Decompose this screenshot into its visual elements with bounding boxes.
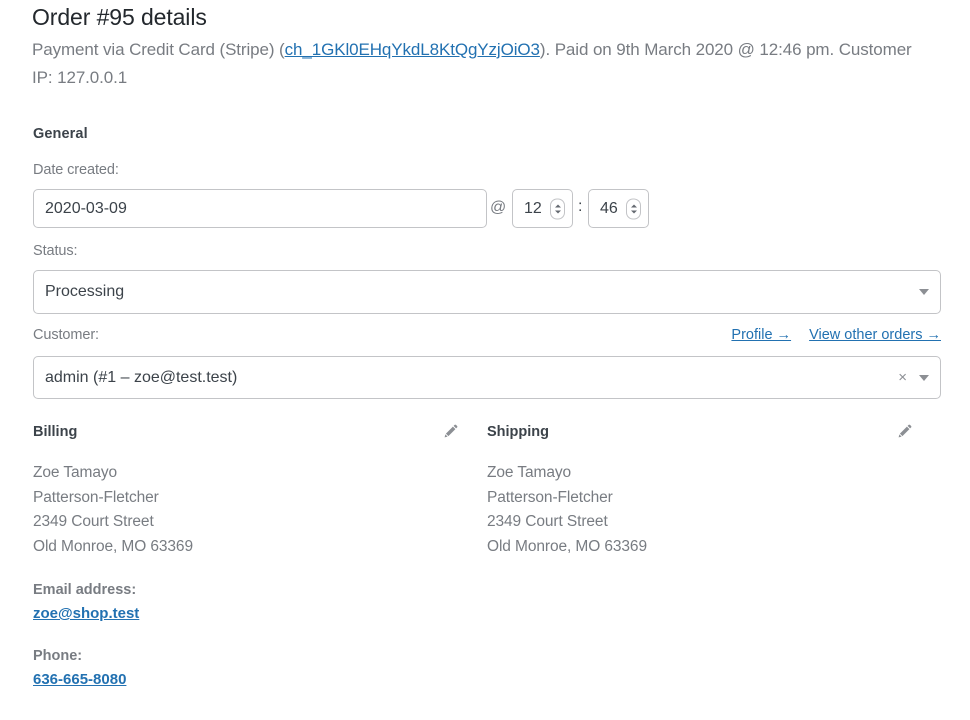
chevron-down-icon[interactable] bbox=[919, 374, 929, 381]
customer-select[interactable]: admin (#1 – zoe@test.test) × bbox=[33, 356, 941, 399]
billing-address-line: Patterson-Fletcher bbox=[33, 488, 159, 506]
billing-address-line: Zoe Tamayo bbox=[33, 464, 118, 481]
clear-customer-icon[interactable]: × bbox=[898, 370, 907, 385]
chevron-down-icon[interactable] bbox=[630, 210, 637, 213]
email-block: Email address: zoe@shop.test bbox=[33, 579, 139, 625]
payment-meta: Payment via Credit Card (Stripe) (ch_1GK… bbox=[32, 36, 932, 92]
billing-address-line: 2349 Court Street bbox=[33, 513, 154, 530]
at-symbol: @ bbox=[490, 199, 507, 216]
edit-billing-pencil-icon[interactable] bbox=[443, 423, 459, 439]
email-label: Email address: bbox=[33, 582, 137, 598]
status-label: Status: bbox=[33, 243, 78, 259]
payment-meta-prefix: Payment via Credit Card (Stripe) ( bbox=[32, 40, 285, 59]
status-selected-value: Processing bbox=[45, 283, 125, 300]
shipping-heading-row: Shipping bbox=[487, 424, 927, 446]
customer-label: Customer: bbox=[33, 327, 99, 343]
customer-selected-value: admin (#1 – zoe@test.test) bbox=[45, 368, 238, 386]
date-created-label: Date created: bbox=[33, 162, 119, 178]
chevron-up-icon[interactable] bbox=[554, 204, 561, 207]
hour-spinner-icon[interactable] bbox=[550, 198, 565, 219]
phone-label: Phone: bbox=[33, 648, 83, 664]
date-created-input[interactable] bbox=[33, 189, 487, 228]
billing-heading-row: Billing bbox=[33, 424, 473, 446]
customer-profile-link[interactable]: Profile → bbox=[731, 327, 791, 343]
billing-heading: Billing bbox=[33, 424, 78, 440]
hour-value: 12 bbox=[524, 199, 542, 217]
shipping-address-line: Old Monroe, MO 63369 bbox=[487, 537, 647, 555]
shipping-address-line: 2349 Court Street bbox=[487, 513, 608, 530]
minute-spinner-icon[interactable] bbox=[626, 198, 641, 219]
chevron-down-icon[interactable] bbox=[919, 289, 929, 295]
time-colon-separator: : bbox=[578, 198, 583, 215]
shipping-column: Shipping Zoe Tamayo Patterson-Fletcher 2… bbox=[487, 424, 927, 559]
shipping-heading: Shipping bbox=[487, 424, 550, 440]
edit-shipping-pencil-icon[interactable] bbox=[897, 423, 913, 439]
shipping-address-line: Zoe Tamayo bbox=[487, 464, 572, 481]
billing-address: Zoe Tamayo Patterson-Fletcher 2349 Court… bbox=[33, 461, 473, 559]
phone-link[interactable]: 636-665-8080 bbox=[33, 669, 126, 691]
page-title: Order #95 details bbox=[32, 4, 207, 30]
shipping-address-line: Patterson-Fletcher bbox=[487, 488, 613, 506]
general-section-heading: General bbox=[33, 126, 88, 142]
chevron-down-icon[interactable] bbox=[554, 210, 561, 213]
email-link[interactable]: zoe@shop.test bbox=[33, 603, 139, 625]
billing-column: Billing Zoe Tamayo Patterson-Fletcher 23… bbox=[33, 424, 473, 559]
hour-stepper[interactable]: 12 bbox=[512, 189, 573, 228]
transaction-id-link[interactable]: ch_1GKl0EHqYkdL8KtQgYzjOiO3 bbox=[285, 40, 540, 59]
order-details-page: Order #95 details Payment via Credit Car… bbox=[0, 0, 970, 720]
phone-block: Phone: 636-665-8080 bbox=[33, 645, 126, 691]
chevron-up-icon[interactable] bbox=[630, 204, 637, 207]
minute-value: 46 bbox=[600, 199, 618, 217]
customer-links: Profile → View other orders → bbox=[717, 327, 941, 343]
shipping-address: Zoe Tamayo Patterson-Fletcher 2349 Court… bbox=[487, 461, 927, 559]
billing-address-line: Old Monroe, MO 63369 bbox=[33, 537, 193, 555]
status-select[interactable]: Processing bbox=[33, 270, 941, 314]
view-other-orders-link[interactable]: View other orders → bbox=[809, 327, 941, 343]
minute-stepper[interactable]: 46 bbox=[588, 189, 649, 228]
